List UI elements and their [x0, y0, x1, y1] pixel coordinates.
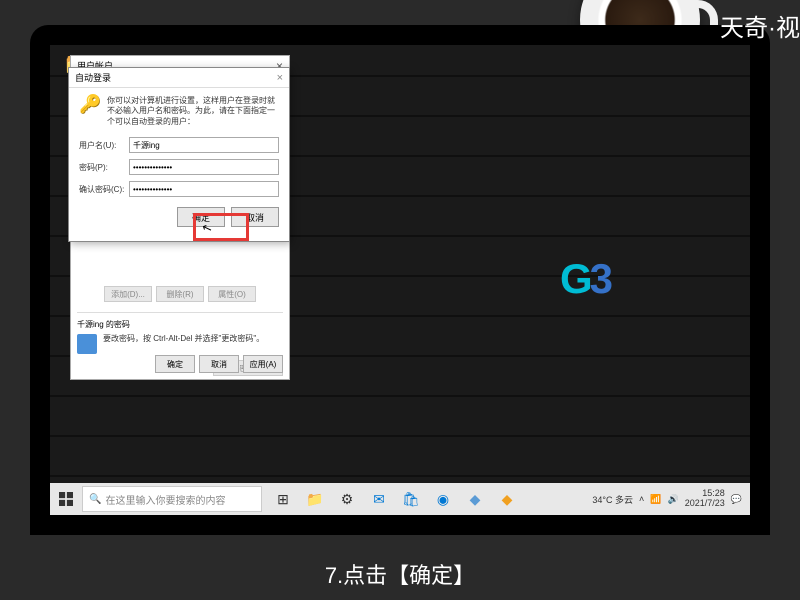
- tray-chevron-icon[interactable]: ˄: [639, 494, 644, 504]
- mail-icon[interactable]: ✉: [366, 486, 392, 512]
- laptop-frame: G3 📁 新建 用户帐户 × 添加(D)... 删除(R) 属性(O) 千源: [30, 25, 770, 535]
- password-heading: 千源ing 的密码: [77, 319, 283, 330]
- apply-button[interactable]: 应用(A): [243, 355, 283, 373]
- close-icon[interactable]: ×: [277, 72, 283, 84]
- username-label: 用户名(U):: [79, 140, 129, 151]
- search-placeholder: 在这里输入你要搜索的内容: [105, 492, 225, 507]
- g3-logo: G3: [560, 255, 610, 303]
- ok-button[interactable]: 确定: [155, 355, 195, 373]
- app-icon-2[interactable]: ◆: [494, 486, 520, 512]
- tutorial-caption: 7.点击【确定】: [0, 558, 800, 590]
- clock[interactable]: 15:28 2021/7/23: [685, 489, 725, 509]
- dialog-bottom-buttons: 确定 取消 应用(A): [155, 355, 283, 373]
- info-text: 你可以对计算机进行设置，这样用户在登录时就不必输入用户名和密码。为此，请在下面指…: [107, 96, 279, 127]
- confirm-password-label: 确认密码(C):: [79, 184, 129, 195]
- system-tray: 34°C 多云 ˄ 📶 🔊 15:28 2021/7/23 💬: [592, 489, 750, 509]
- cancel-button[interactable]: 取消: [199, 355, 239, 373]
- screen: G3 📁 新建 用户帐户 × 添加(D)... 删除(R) 属性(O) 千源: [50, 45, 750, 515]
- notifications-icon[interactable]: 💬: [731, 494, 742, 505]
- explorer-icon[interactable]: 📁: [302, 486, 328, 512]
- settings-icon[interactable]: ⚙: [334, 486, 360, 512]
- key-users-icon: [77, 334, 97, 354]
- inner-cancel-button[interactable]: 取消: [231, 207, 279, 227]
- remove-button[interactable]: 删除(R): [156, 286, 204, 302]
- properties-button[interactable]: 属性(O): [208, 286, 256, 302]
- inner-title: 自动登录: [75, 71, 111, 84]
- network-icon[interactable]: 📶: [650, 494, 661, 505]
- username-input[interactable]: [129, 137, 279, 153]
- watermark: 天奇·视: [720, 8, 800, 43]
- task-view-icon[interactable]: ⊞: [270, 486, 296, 512]
- search-icon: 🔍: [89, 494, 101, 505]
- app-icon[interactable]: ◆: [462, 486, 488, 512]
- windows-icon: [59, 492, 73, 506]
- store-icon[interactable]: 🛍: [398, 486, 424, 512]
- volume-icon[interactable]: 🔊: [668, 494, 679, 505]
- user-list-buttons: 添加(D)... 删除(R) 属性(O): [77, 286, 283, 302]
- password-input[interactable]: [129, 159, 279, 175]
- confirm-password-input[interactable]: [129, 181, 279, 197]
- weather-widget[interactable]: 34°C 多云: [592, 493, 633, 506]
- key-icon: [79, 96, 101, 118]
- inner-titlebar[interactable]: 自动登录 ×: [69, 68, 289, 88]
- start-button[interactable]: [50, 483, 82, 515]
- taskbar: 🔍 在这里输入你要搜索的内容 ⊞ 📁 ⚙ ✉ 🛍 ◉ ◆ ◆ 34°C 多云 ˄…: [50, 483, 750, 515]
- password-description: 要改密码，按 Ctrl-Alt-Del 并选择"更改密码"。: [103, 334, 264, 344]
- auto-login-dialog: 自动登录 × 你可以对计算机进行设置，这样用户在登录时就不必输入用户名和密码。为…: [68, 67, 290, 242]
- edge-icon[interactable]: ◉: [430, 486, 456, 512]
- password-label: 密码(P):: [79, 162, 129, 173]
- add-button[interactable]: 添加(D)...: [104, 286, 152, 302]
- search-input[interactable]: 🔍 在这里输入你要搜索的内容: [82, 486, 262, 512]
